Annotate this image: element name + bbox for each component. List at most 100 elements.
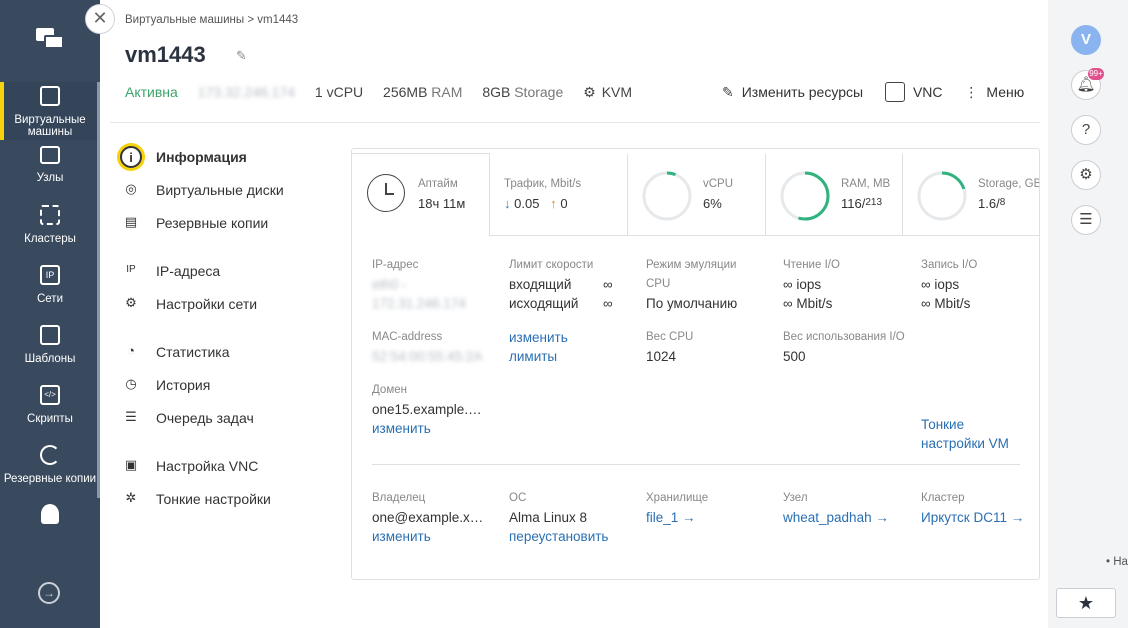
owner-value: one@example.x…	[372, 510, 484, 525]
menu-item-vnc[interactable]: ▣ Настройка VNC	[120, 455, 259, 479]
field-label: Кластер	[921, 492, 965, 504]
close-button[interactable]: ✕	[85, 4, 115, 34]
traffic-card[interactable]: Трафик, Mbit/s ↓ 0.05 ↑ 0	[490, 154, 627, 236]
fine-tune-link[interactable]: Тонкие настройки VM	[921, 415, 1021, 453]
page-title: vm1443	[125, 42, 206, 67]
os-value: Alma Linux 8	[509, 510, 588, 525]
fine-tune-field: Тонкие настройки VM	[921, 415, 1021, 453]
cpu-mode-value: По умолчанию	[646, 296, 738, 311]
info-icon: i	[120, 146, 142, 168]
nav-item-nodes[interactable]: Узлы	[0, 146, 100, 184]
header-divider	[110, 122, 1040, 123]
nav-item-templates[interactable]: Шаблоны	[0, 325, 100, 365]
domain-edit-link[interactable]: изменить	[372, 419, 482, 438]
vnc-button[interactable]: VNC	[884, 82, 943, 102]
gear-icon: ✲	[125, 490, 137, 505]
menu-button[interactable]: ⋮ Меню	[964, 84, 1024, 101]
nav-item-label: Шаблоны	[24, 353, 76, 365]
resize-button[interactable]: ✎ Изменить ресурсы	[722, 84, 863, 101]
nav-item-scripts[interactable]: </> Скрипты	[0, 385, 100, 425]
nav-item-users[interactable]	[0, 504, 100, 532]
favorites-star-icon[interactable]: ★	[1056, 588, 1116, 618]
vm-ip: 173.32.246.174	[197, 84, 296, 100]
owner-edit-link[interactable]: изменить	[372, 527, 483, 546]
gear-icon[interactable]: ⚙	[1071, 160, 1101, 190]
cluster-link[interactable]: Иркутск DC11 →	[921, 508, 1024, 527]
script-icon: </>	[40, 385, 60, 405]
breadcrumb[interactable]: Виртуальные машины > vm1443	[125, 14, 298, 26]
menu-item-ips[interactable]: IP IP-адреса	[120, 260, 220, 284]
list-icon[interactable]: ☰	[1071, 205, 1101, 235]
nav-item-vms[interactable]: Виртуальные машины	[0, 82, 100, 140]
ram-card[interactable]: RAM, MB 116/213	[765, 154, 902, 236]
storage-link[interactable]: file_1 →	[646, 508, 708, 527]
os-reinstall-link[interactable]: переустановить	[509, 527, 608, 546]
vcpu-card[interactable]: vCPU 6%	[627, 154, 765, 236]
vnc-icon	[884, 82, 905, 102]
left-nav: Виртуальные машины Узлы Кластеры IP Сети…	[0, 0, 100, 628]
io-write-mbit: ∞ Mbit/s	[921, 296, 971, 311]
kebab-icon: ⋮	[964, 84, 979, 100]
nav-item-backups[interactable]: Резервные копии	[0, 445, 100, 485]
kvm-icon: ⚙	[583, 84, 596, 100]
menu-item-backups[interactable]: ▤ Резервные копии	[120, 212, 268, 236]
user-icon	[41, 504, 59, 524]
speed-edit-link[interactable]: изменить лимиты	[509, 328, 589, 366]
nav-item-networks[interactable]: IP Сети	[0, 265, 100, 305]
cpu-weight-field: Вес CPU 1024	[646, 328, 693, 366]
ip-icon: IP	[126, 264, 136, 275]
node-link[interactable]: wheat_padhah →	[783, 508, 889, 527]
server-icon	[40, 146, 60, 164]
mac-value: 52:54:00:55:45:2A	[372, 349, 483, 364]
avatar[interactable]: V	[1071, 25, 1101, 55]
uptime-label: Аптайм	[418, 178, 458, 190]
field-label: Вес CPU	[646, 331, 694, 343]
menu-item-fine-tune[interactable]: ✲ Тонкие настройки	[120, 488, 271, 512]
field-label: Режим эмуляции CPU	[646, 259, 737, 290]
field-label: Хранилище	[646, 492, 709, 504]
owner-field: Владелец one@example.x… изменить	[372, 489, 483, 546]
settings-shortcut[interactable]: • Настр…	[1106, 556, 1128, 568]
field-label: ОС	[509, 492, 527, 504]
uptime-card[interactable]: Аптайм 18ч 11м	[352, 153, 490, 237]
menu-item-stats[interactable]: ◔ Статистика	[120, 341, 229, 365]
ip-icon: IP	[40, 265, 60, 285]
storage-value: 1.6/8	[978, 196, 1006, 211]
menu-item-network[interactable]: ⚙ Настройки сети	[120, 293, 257, 317]
menu-item-disks[interactable]: ◎ Виртуальные диски	[120, 179, 283, 203]
disk-icon: ◎	[125, 181, 137, 196]
edit-name-icon[interactable]: ✎	[236, 48, 250, 63]
field-label: Домен	[372, 384, 407, 396]
io-read-mbit: ∞ Mbit/s	[783, 296, 833, 311]
panel-divider	[372, 464, 1020, 465]
speed-field: Лимит скорости входящий ∞ исходящий ∞	[509, 256, 619, 313]
io-read-field: Чтение I/O ∞ iops ∞ Mbit/s	[783, 256, 840, 313]
help-icon[interactable]: ?	[1071, 115, 1101, 145]
right-rail: V 🔔︎ 99+ ? ⚙ ☰ • Настр… ★	[1048, 0, 1128, 628]
domain-value: one15.example.…	[372, 402, 482, 417]
menu-item-queue[interactable]: ☰ Очередь задач	[120, 407, 254, 431]
nav-item-label: Резервные копии	[3, 473, 97, 485]
traffic-value: ↓ 0.05 ↑ 0	[504, 196, 568, 211]
app-logo-icon[interactable]	[36, 28, 66, 50]
logout-icon[interactable]: →	[38, 582, 60, 604]
vcpu-value: 6%	[703, 196, 722, 211]
nav-item-label: Кластеры	[24, 233, 76, 245]
backup-icon: ▤	[124, 214, 138, 229]
nav-item-clusters[interactable]: Кластеры	[0, 205, 100, 245]
menu-item-info[interactable]: i Информация	[120, 146, 247, 170]
vm-meta: Активна 173.32.246.174 1 vCPU 256MB RAM …	[125, 84, 664, 101]
template-icon	[40, 325, 60, 345]
vcpu-count: 1 vCPU	[314, 84, 364, 100]
field-label: Запись I/O	[921, 259, 978, 271]
nav-item-label: Виртуальные машины	[14, 114, 86, 138]
io-write-field: Запись I/O ∞ iops ∞ Mbit/s	[921, 256, 977, 313]
storage-card[interactable]: Storage, GB 1.6/8	[902, 154, 1039, 236]
mac-field: MAC-address 52:54:00:55:45:2A	[372, 328, 482, 366]
ip-value: 172.31.246.174	[372, 296, 466, 311]
cpu-weight-value: 1024	[646, 349, 677, 364]
ip-iface: eth0 -	[372, 277, 407, 292]
notification-badge: 99+	[1088, 68, 1104, 80]
menu-item-history[interactable]: ◷ История	[120, 374, 210, 398]
nav-scrollbar[interactable]	[97, 82, 100, 498]
